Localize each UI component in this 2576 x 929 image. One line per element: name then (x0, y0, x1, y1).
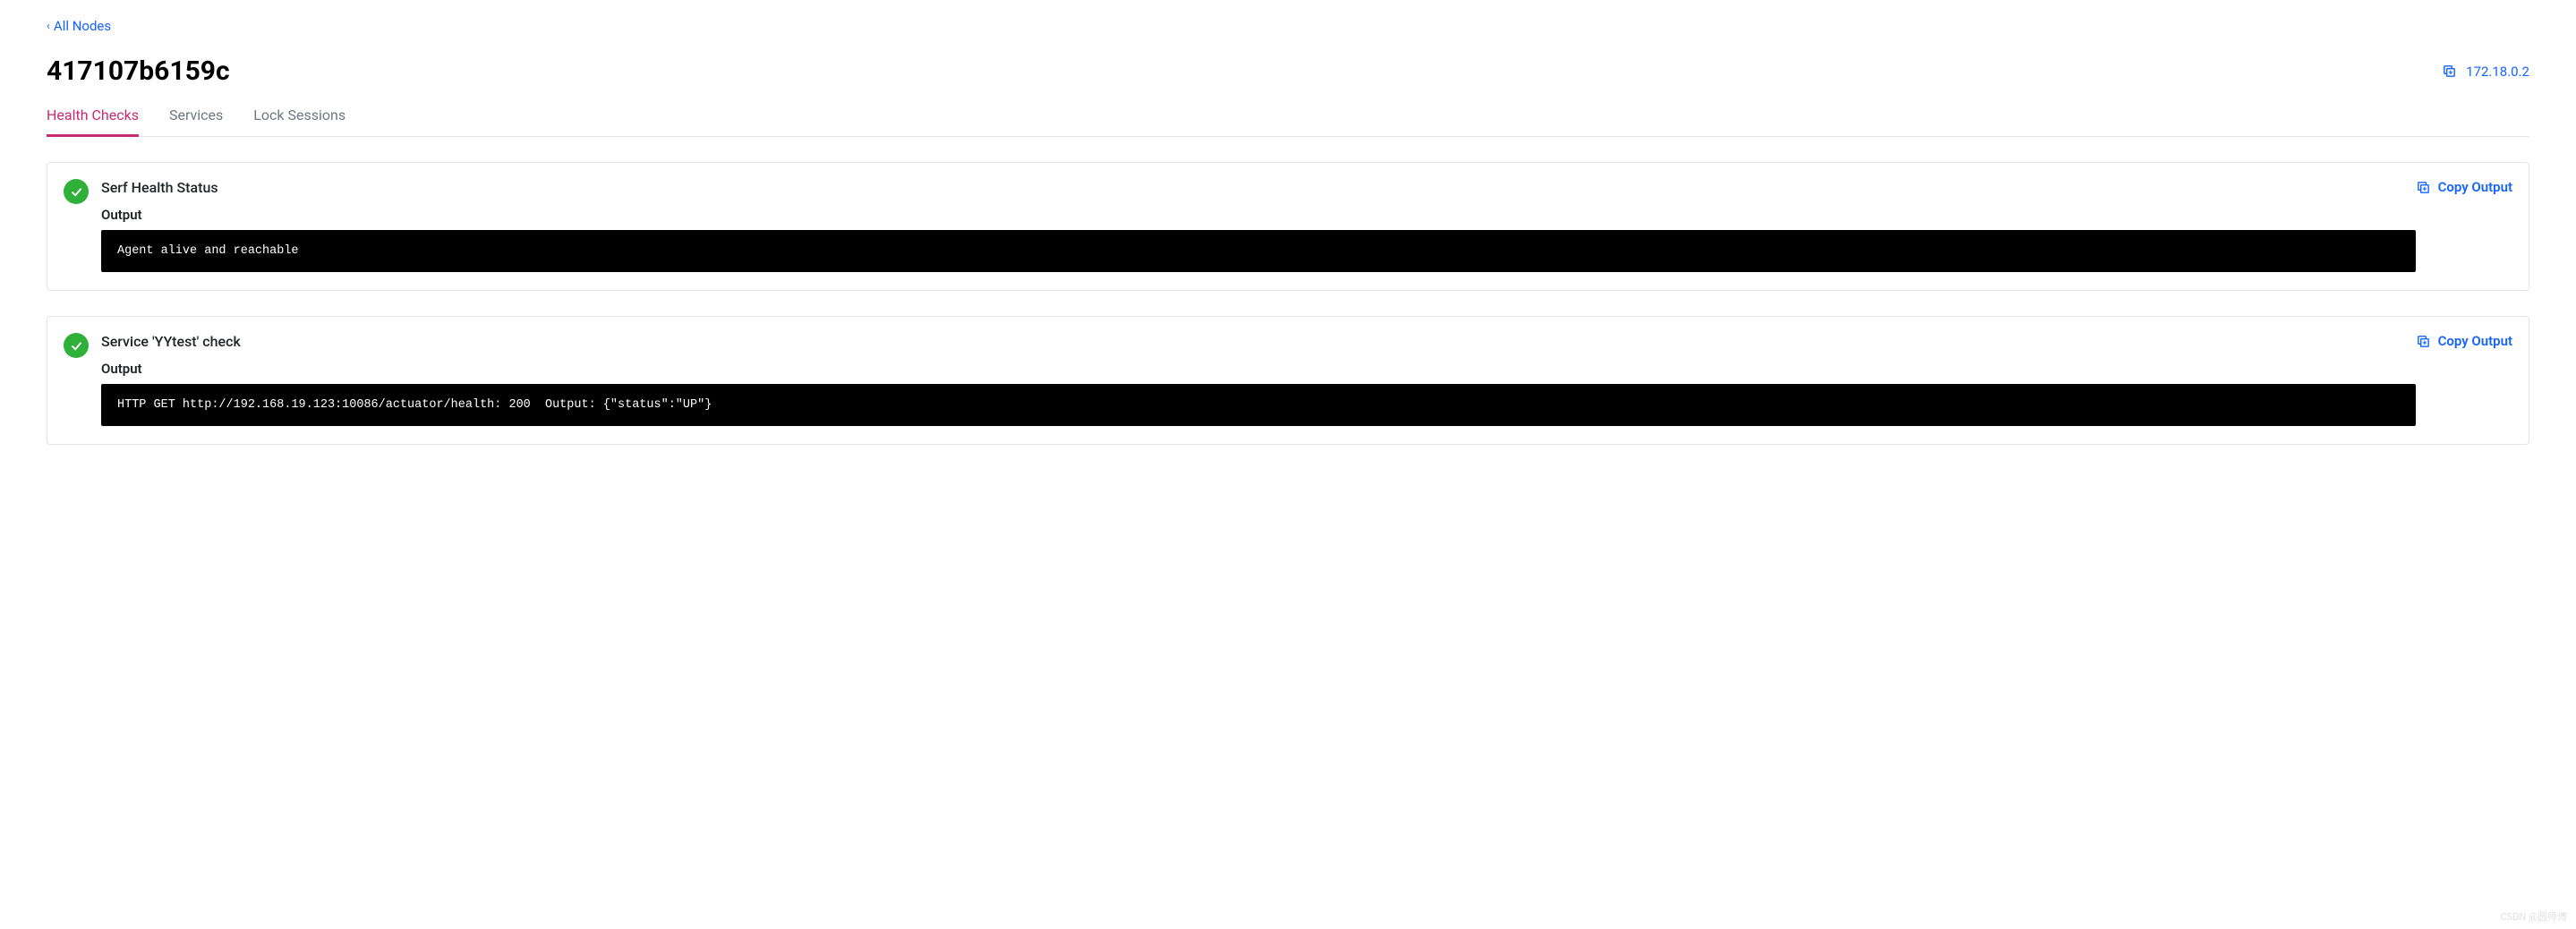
copy-icon (2442, 64, 2457, 79)
status-passing-icon (64, 179, 89, 204)
watermark: CSDN @圆师傅 (2501, 909, 2567, 924)
output-label: Output (101, 361, 2416, 377)
page-header: 417107b6159c 172.18.0.2 (47, 55, 2529, 87)
back-link[interactable]: ‹ All Nodes (47, 18, 111, 34)
check-title: Serf Health Status (101, 179, 2416, 196)
check-icon (70, 185, 83, 199)
copy-icon (2416, 180, 2431, 195)
copy-output-label: Copy Output (2438, 179, 2512, 195)
status-passing-icon (64, 333, 89, 358)
chevron-left-icon: ‹ (47, 20, 50, 33)
copy-output-button[interactable]: Copy Output (2416, 333, 2512, 349)
breadcrumb: ‹ All Nodes (47, 18, 2529, 34)
card-body: Service 'YYtest' check Output HTTP GET h… (101, 333, 2416, 426)
tab-lock-sessions[interactable]: Lock Sessions (253, 107, 345, 137)
page-title: 417107b6159c (47, 55, 230, 87)
output-block: HTTP GET http://192.168.19.123:10086/act… (101, 384, 2416, 426)
output-block: Agent alive and reachable (101, 230, 2416, 272)
check-title: Service 'YYtest' check (101, 333, 2416, 350)
health-check-card: Serf Health Status Output Agent alive an… (47, 162, 2529, 291)
copy-icon (2416, 334, 2431, 349)
copy-output-label: Copy Output (2438, 333, 2512, 349)
card-left: Service 'YYtest' check Output HTTP GET h… (64, 333, 2416, 426)
tab-health-checks[interactable]: Health Checks (47, 107, 139, 137)
tab-services[interactable]: Services (169, 107, 223, 137)
card-header: Serf Health Status Output Agent alive an… (64, 179, 2512, 272)
back-link-label: All Nodes (54, 18, 111, 34)
copy-output-button[interactable]: Copy Output (2416, 179, 2512, 195)
health-check-card: Service 'YYtest' check Output HTTP GET h… (47, 316, 2529, 445)
card-body: Serf Health Status Output Agent alive an… (101, 179, 2416, 272)
ip-address-group[interactable]: 172.18.0.2 (2442, 64, 2529, 80)
tabs: Health Checks Services Lock Sessions (47, 107, 2529, 137)
output-label: Output (101, 207, 2416, 223)
check-icon (70, 339, 83, 353)
card-header: Service 'YYtest' check Output HTTP GET h… (64, 333, 2512, 426)
card-left: Serf Health Status Output Agent alive an… (64, 179, 2416, 272)
ip-address-text: 172.18.0.2 (2466, 64, 2529, 80)
